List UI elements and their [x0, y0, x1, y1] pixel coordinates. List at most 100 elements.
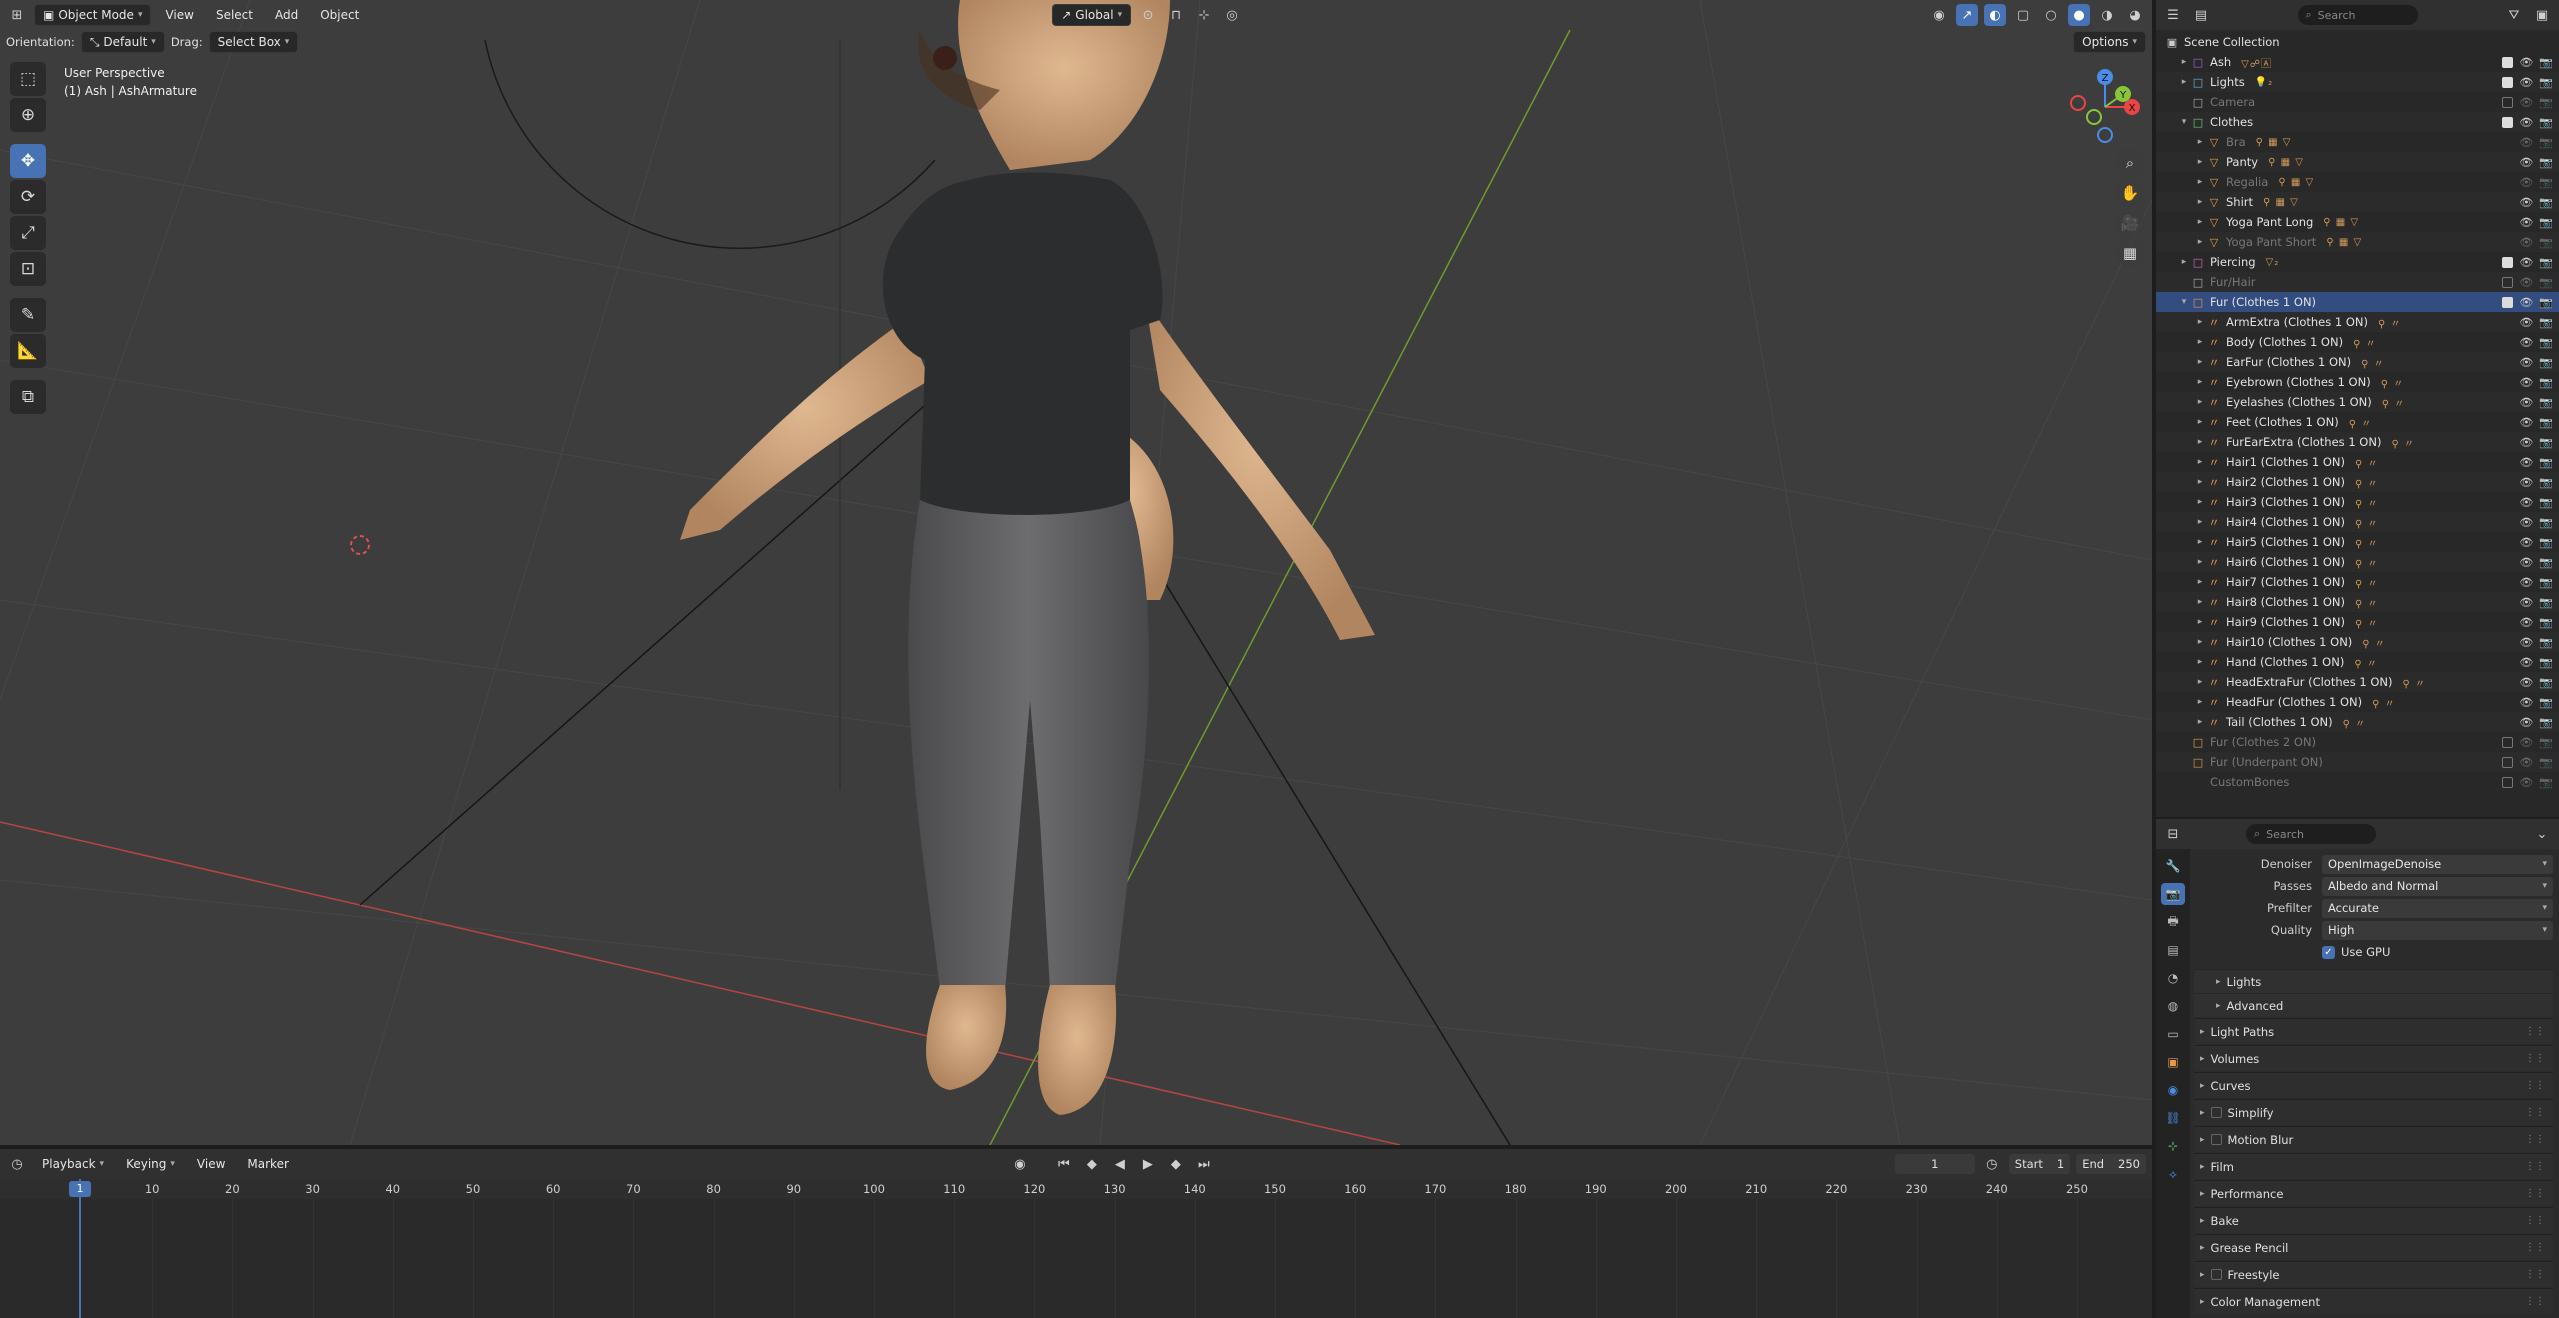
panel-header[interactable]: ▸ Freestyle ⋮⋮	[2194, 1261, 2553, 1287]
eye-icon[interactable]: 👁	[2519, 296, 2533, 309]
panel-header[interactable]: ▸ Light Paths ⋮⋮	[2194, 1018, 2553, 1044]
property-dropdown[interactable]: High ▾	[2322, 920, 2553, 940]
render-camera-icon[interactable]: 📷	[2539, 496, 2553, 509]
pivot-icon[interactable]: ⊙	[1137, 4, 1159, 26]
expand-arrow-icon[interactable]: ▸	[2178, 257, 2190, 267]
subpanel-header[interactable]: ▸ Advanced	[2194, 993, 2553, 1017]
visibility-icon[interactable]: ◉	[1928, 4, 1950, 26]
render-camera-icon[interactable]: 📷	[2539, 716, 2553, 729]
eye-icon[interactable]: 👁	[2519, 536, 2533, 549]
render-camera-icon[interactable]: 📷	[2539, 576, 2553, 589]
exclude-checkbox[interactable]	[2502, 776, 2514, 788]
constraints-tab-icon[interactable]: ⛓	[2161, 1107, 2185, 1129]
overlay-toggle-icon[interactable]: ◐	[1984, 4, 2006, 26]
expand-arrow-icon[interactable]: ▸	[2194, 377, 2206, 387]
render-camera-icon[interactable]: 📷	[2539, 596, 2553, 609]
eye-icon[interactable]: 👁	[2519, 116, 2533, 129]
render-camera-icon[interactable]: 📷	[2539, 476, 2553, 489]
panel-header[interactable]: ▸ Volumes ⋮⋮	[2194, 1045, 2553, 1071]
current-frame-field[interactable]: 1	[1894, 1154, 1975, 1174]
eye-icon[interactable]: 👁	[2519, 276, 2533, 289]
eye-icon[interactable]: 👁	[2519, 396, 2533, 409]
render-camera-icon[interactable]: 📷	[2539, 96, 2553, 109]
render-camera-icon[interactable]: 📷	[2539, 756, 2553, 769]
eye-icon[interactable]: 👁	[2519, 556, 2533, 569]
expand-arrow-icon[interactable]: ▸	[2194, 317, 2206, 327]
expand-arrow-icon[interactable]: ▸	[2194, 557, 2206, 567]
select-box-tool-icon[interactable]: ⬚	[10, 62, 46, 96]
options-dropdown[interactable]: Options ▾	[2073, 31, 2146, 53]
expand-arrow-icon[interactable]: ▾	[2178, 117, 2190, 127]
eye-icon[interactable]: 👁	[2519, 156, 2533, 169]
panel-header[interactable]: ▸ Bake ⋮⋮	[2194, 1207, 2553, 1233]
eye-icon[interactable]: 👁	[2519, 416, 2533, 429]
eye-icon[interactable]: 👁	[2519, 716, 2533, 729]
outliner-row[interactable]: ▸ 〃 Hair6 (Clothes 1 ON) ⚲ 〃 👁 📷	[2156, 552, 2559, 572]
outliner-row[interactable]: ▸ 〃 FurEarExtra (Clothes 1 ON) ⚲ 〃 👁 📷	[2156, 432, 2559, 452]
ortho-toggle-icon[interactable]: ▦	[2115, 238, 2145, 268]
expand-arrow-icon[interactable]: ▸	[2194, 417, 2206, 427]
render-tab-icon[interactable]: 📷	[2161, 883, 2185, 905]
eye-icon[interactable]: 👁	[2519, 376, 2533, 389]
snap-target-icon[interactable]: ⊹	[1193, 4, 1215, 26]
add-cube-tool-icon[interactable]: ⧉	[10, 380, 46, 414]
exclude-checkbox[interactable]	[2502, 256, 2514, 268]
outliner-row[interactable]: CustomBones 👁 📷	[2156, 772, 2559, 792]
outliner-row[interactable]: □ Camera 👁 📷	[2156, 92, 2559, 112]
timeline-body[interactable]	[0, 1199, 2152, 1318]
eye-icon[interactable]: 👁	[2519, 436, 2533, 449]
play-reverse-icon[interactable]: ◀	[1109, 1153, 1131, 1175]
expand-arrow-icon[interactable]: ▸	[2194, 577, 2206, 587]
expand-arrow-icon[interactable]: ▸	[2194, 237, 2206, 247]
panel-header[interactable]: ▸ Simplify ⋮⋮	[2194, 1099, 2553, 1125]
menu-add[interactable]: Add	[267, 4, 306, 26]
render-camera-icon[interactable]: 📷	[2539, 276, 2553, 289]
outliner-row[interactable]: ▸ 〃 Body (Clothes 1 ON) ⚲ 〃 👁 📷	[2156, 332, 2559, 352]
render-camera-icon[interactable]: 📷	[2539, 196, 2553, 209]
drag-handle-icon[interactable]: ⋮⋮	[2525, 1269, 2545, 1280]
gizmo-toggle-icon[interactable]: ↗	[1956, 4, 1978, 26]
drag-handle-icon[interactable]: ⋮⋮	[2525, 1080, 2545, 1091]
render-camera-icon[interactable]: 📷	[2539, 176, 2553, 189]
move-tool-icon[interactable]: ✥	[10, 144, 46, 178]
menu-view[interactable]: View	[157, 4, 201, 26]
outliner-row[interactable]: □ Fur (Underpant ON) 👁 📷	[2156, 752, 2559, 772]
expand-arrow-icon[interactable]: ▸	[2194, 497, 2206, 507]
eye-icon[interactable]: 👁	[2519, 136, 2533, 149]
outliner-row[interactable]: ▸ 〃 HeadExtraFur (Clothes 1 ON) ⚲ 〃 👁 📷	[2156, 672, 2559, 692]
collection-tab-icon[interactable]: ▭	[2161, 1023, 2185, 1045]
render-camera-icon[interactable]: 📷	[2539, 256, 2553, 269]
output-tab-icon[interactable]: 🖶	[2161, 911, 2185, 933]
drag-handle-icon[interactable]: ⋮⋮	[2525, 1161, 2545, 1172]
outliner-row[interactable]: ▸ ▽ Shirt ⚲ ▦ ▽ 👁 📷	[2156, 192, 2559, 212]
exclude-checkbox[interactable]	[2502, 96, 2514, 108]
transform-orientation-dropdown[interactable]: ↗ Global ▾	[1052, 4, 1132, 26]
play-icon[interactable]: ▶	[1137, 1153, 1159, 1175]
eye-icon[interactable]: 👁	[2519, 736, 2533, 749]
drag-handle-icon[interactable]: ⋮⋮	[2525, 1053, 2545, 1064]
menu-select[interactable]: Select	[208, 4, 261, 26]
outliner-row[interactable]: ▸ ▽ Panty ⚲ ▦ ▽ 👁 📷	[2156, 152, 2559, 172]
world-tab-icon[interactable]: ◍	[2161, 995, 2185, 1017]
eye-icon[interactable]: 👁	[2519, 216, 2533, 229]
xray-icon[interactable]: ▢	[2012, 4, 2034, 26]
panel-header[interactable]: ▸ Grease Pencil ⋮⋮	[2194, 1234, 2553, 1260]
panel-header[interactable]: ▸ Film ⋮⋮	[2194, 1153, 2553, 1179]
menu-marker[interactable]: Marker	[239, 1153, 296, 1175]
property-dropdown[interactable]: Albedo and Normal ▾	[2322, 876, 2553, 896]
property-dropdown[interactable]: OpenImageDenoise ▾	[2322, 854, 2553, 874]
drag-handle-icon[interactable]: ⋮⋮	[2525, 1242, 2545, 1253]
expand-arrow-icon[interactable]: ▸	[2194, 157, 2206, 167]
texture-tab-icon[interactable]: ⟡	[2161, 1163, 2185, 1185]
panel-header[interactable]: ▸ Color Management ⋮⋮	[2194, 1288, 2553, 1314]
use-gpu-checkbox[interactable]: ✓ Use GPU	[2322, 945, 2390, 959]
exclude-checkbox[interactable]	[2502, 56, 2514, 68]
render-camera-icon[interactable]: 📷	[2539, 416, 2553, 429]
cursor-tool-icon[interactable]: ⊕	[10, 98, 46, 132]
eye-icon[interactable]: 👁	[2519, 616, 2533, 629]
expand-arrow-icon[interactable]: ▸	[2194, 437, 2206, 447]
new-collection-icon[interactable]: ▣	[2531, 4, 2553, 26]
outliner-row[interactable]: ▸ 〃 HeadFur (Clothes 1 ON) ⚲ 〃 👁 📷	[2156, 692, 2559, 712]
outliner-row[interactable]: ▸ 〃 Hair7 (Clothes 1 ON) ⚲ 〃 👁 📷	[2156, 572, 2559, 592]
prev-keyframe-icon[interactable]: ◆	[1081, 1153, 1103, 1175]
